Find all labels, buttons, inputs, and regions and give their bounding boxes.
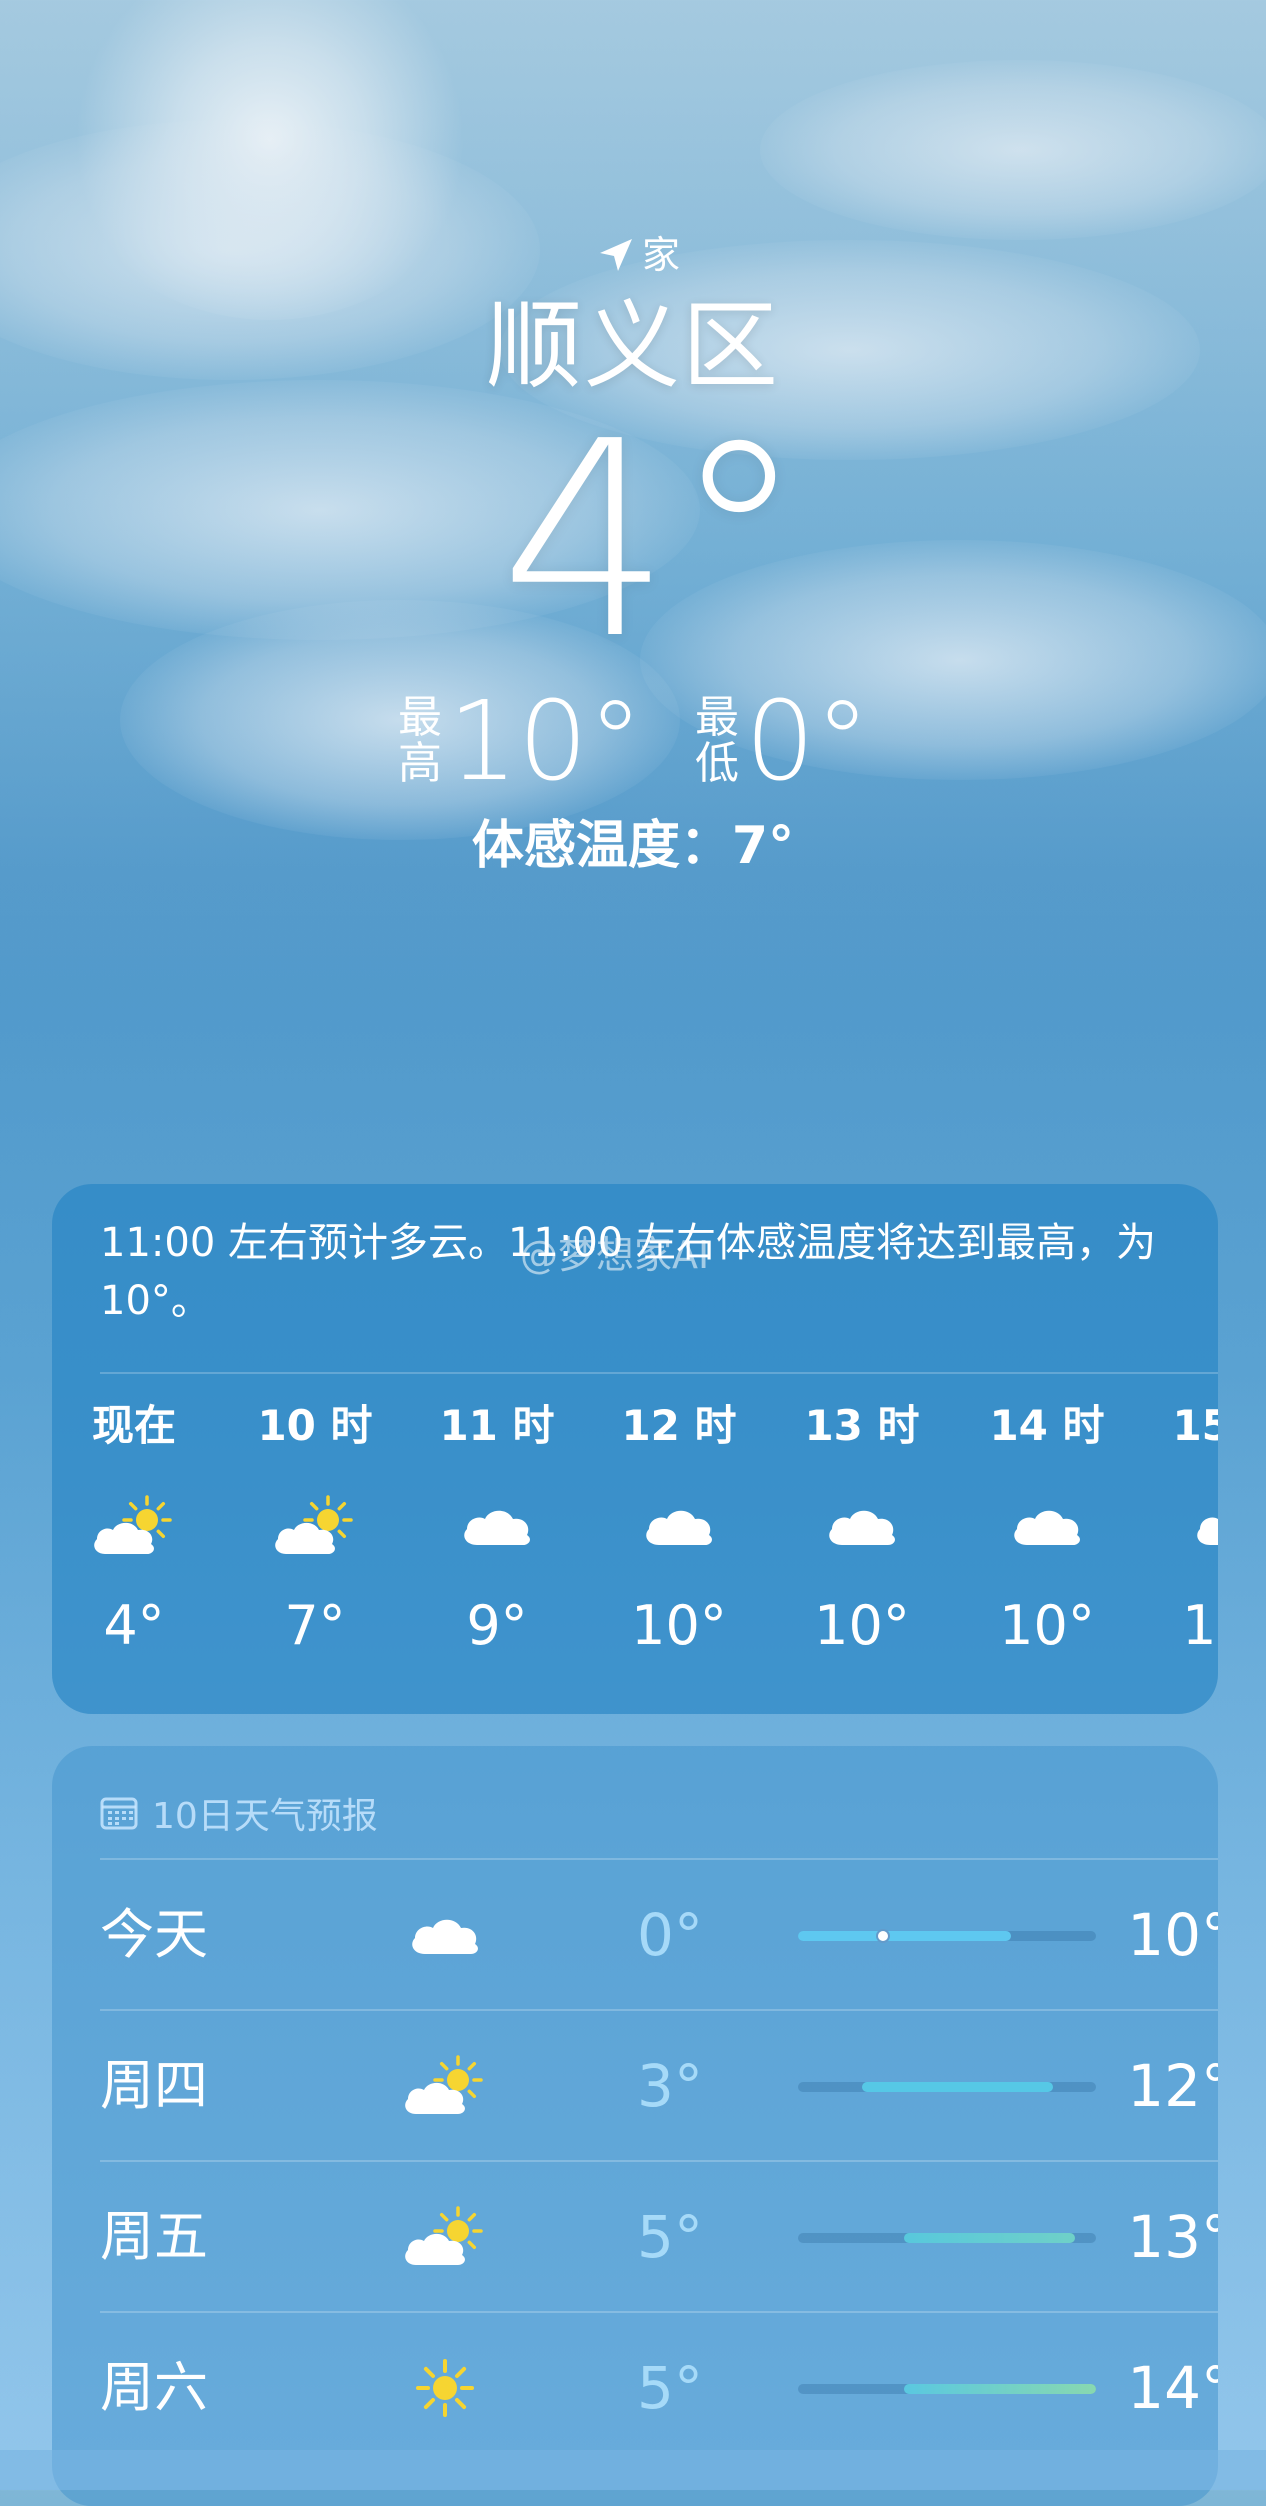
hour-temperature: 9° xyxy=(466,1594,528,1657)
temperature-range-bar xyxy=(798,2384,1096,2394)
low-label-text: 最低 xyxy=(694,692,739,789)
calendar-icon xyxy=(100,1797,138,1830)
feels-like: 体感温度：7° xyxy=(471,816,795,876)
day-name: 今天 xyxy=(100,1903,208,1966)
partly-cloudy-sun-icon xyxy=(54,1476,214,1576)
divider xyxy=(100,1372,1218,1374)
hour-label: 11 时 xyxy=(439,1401,555,1450)
temperature-range-fill xyxy=(798,1931,1011,1941)
hour-item: 现在 4° xyxy=(54,1396,214,1666)
daily-row[interactable]: 周五 5° 13° xyxy=(100,2162,1218,2312)
hour-label: 15 时 xyxy=(1172,1401,1218,1450)
partly-cloudy-sun-icon xyxy=(390,2011,500,2161)
hour-temperature: 10° xyxy=(1182,1594,1218,1657)
high-temperature: 10° xyxy=(448,677,643,805)
day-name: 周五 xyxy=(100,2205,208,2268)
location-tag: 家 xyxy=(641,233,680,277)
divider xyxy=(100,1858,1218,1860)
high-low-row: 最高 10° 最低 0° xyxy=(0,686,1266,796)
hour-label: 现在 xyxy=(91,1401,176,1450)
day-low-temperature: 3° xyxy=(637,2052,703,2120)
hour-item: 14 时 10° xyxy=(967,1396,1127,1666)
day-low-temperature: 5° xyxy=(637,2354,703,2422)
daily-row[interactable]: 周六 5° 14° xyxy=(100,2313,1218,2463)
day-low-temperature: 5° xyxy=(637,2203,703,2271)
day-low-temperature: 0° xyxy=(637,1901,703,1969)
day-name: 周四 xyxy=(100,2054,208,2117)
hour-label: 12 时 xyxy=(621,1401,737,1450)
hour-label: 10 时 xyxy=(257,1401,373,1450)
cloud-icon xyxy=(599,1476,759,1576)
hour-temperature: 10° xyxy=(999,1594,1095,1657)
hour-item: 12 时 10° xyxy=(599,1396,759,1666)
current-weather-header: 家 顺义区 4° 最高 10° 最低 0° 体感温度：7° xyxy=(0,230,1266,878)
day-name: 周六 xyxy=(100,2356,208,2419)
daily-row[interactable]: 今天 0° 10° xyxy=(100,1860,1218,2010)
bottom-toolbar xyxy=(0,2450,1266,2490)
cloud-icon xyxy=(967,1476,1127,1576)
hour-temperature: 10° xyxy=(814,1594,910,1657)
day-high-temperature: 12° xyxy=(1127,2052,1218,2120)
hour-temperature: 10° xyxy=(631,1594,727,1657)
temperature-range-fill xyxy=(861,2082,1054,2092)
watermark: @梦想家AI xyxy=(520,1233,710,1277)
day-high-temperature: 13° xyxy=(1127,2203,1218,2271)
temperature-range-bar xyxy=(798,2082,1096,2092)
divider xyxy=(100,2311,1218,2313)
temperature-range-fill xyxy=(904,2233,1075,2243)
day-high-temperature: 10° xyxy=(1127,1901,1218,1969)
location-tag-row: 家 xyxy=(10,230,1266,280)
hour-label: 13 时 xyxy=(804,1401,920,1450)
hour-temperature: 7° xyxy=(284,1594,346,1657)
low-label: 最低 xyxy=(693,695,741,787)
temperature-range-bar xyxy=(798,2233,1096,2243)
temperature-range-fill xyxy=(904,2384,1096,2394)
sun-icon xyxy=(390,2313,500,2463)
high-label-text: 最高 xyxy=(398,692,442,789)
hour-item: 11 时 9° xyxy=(417,1396,577,1666)
daily-row[interactable]: 周四 3° 12° xyxy=(100,2011,1218,2161)
hour-item: 15 时 10° xyxy=(1150,1396,1218,1666)
temperature-range-bar xyxy=(798,1929,1096,1943)
daily-forecast-card[interactable]: 10日天气预报 今天 0° 10° 周四 3° 12° 周五 5° 13° 周六 5° 14° xyxy=(52,1746,1218,2506)
cloud-icon xyxy=(417,1476,577,1576)
cloud-icon xyxy=(1150,1476,1218,1576)
divider xyxy=(100,2009,1218,2011)
hour-item: 10 时 7° xyxy=(235,1396,395,1666)
hour-label: 14 时 xyxy=(989,1401,1105,1450)
high-label: 最高 xyxy=(396,695,444,787)
daily-forecast-title: 10日天气预报 xyxy=(152,1796,378,1837)
daily-forecast-header: 10日天气预报 xyxy=(100,1788,378,1838)
day-high-temperature: 14° xyxy=(1127,2354,1218,2422)
current-temperature: 4° xyxy=(499,383,807,698)
divider xyxy=(100,2160,1218,2162)
cloud-icon xyxy=(390,1860,500,2010)
hour-temperature: 4° xyxy=(103,1594,165,1657)
partly-cloudy-sun-icon xyxy=(235,1476,395,1576)
hour-item: 13 时 10° xyxy=(782,1396,942,1666)
location-arrow-icon xyxy=(599,239,632,271)
partly-cloudy-sun-icon xyxy=(390,2162,500,2312)
low-temperature: 0° xyxy=(744,677,870,805)
cloud-icon xyxy=(782,1476,942,1576)
